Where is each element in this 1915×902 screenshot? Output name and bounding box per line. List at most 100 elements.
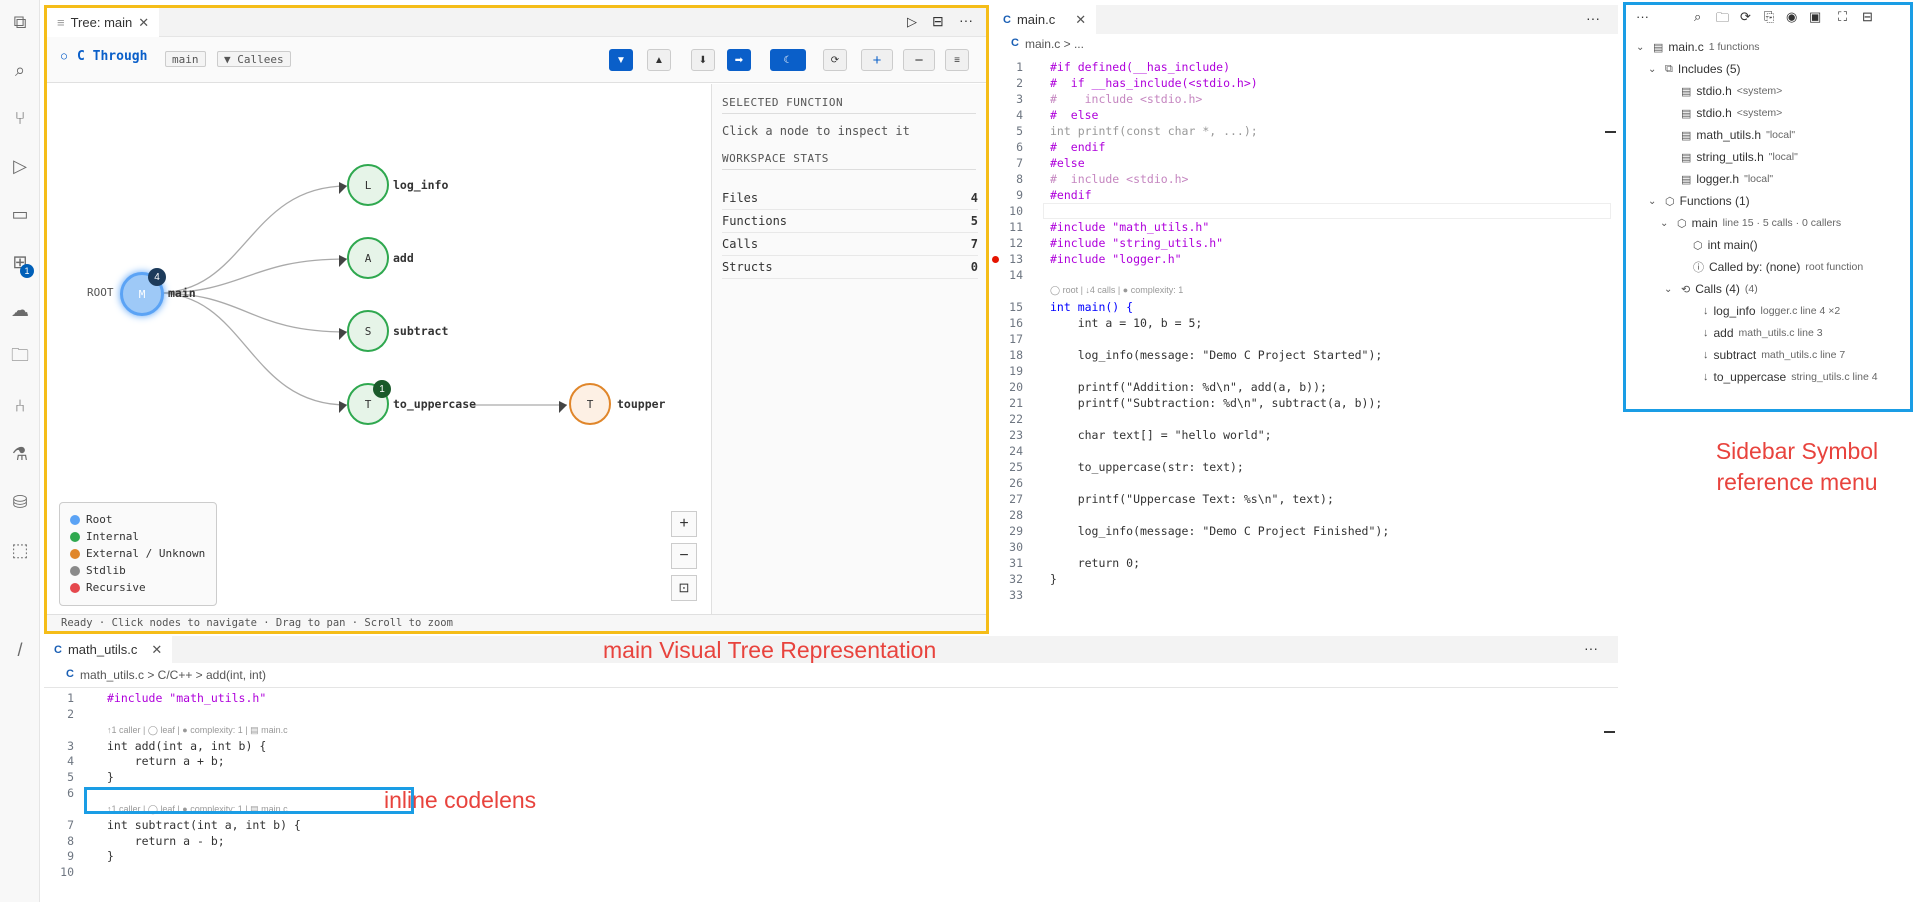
chevron-icon[interactable]: ⌄ [1664,284,1676,295]
line-number: 2 [1016,76,1023,90]
tree-item-label: int main() [1707,238,1758,252]
chevron-icon[interactable]: ⌄ [1660,218,1672,229]
run-icon[interactable]: ▷ [907,14,917,30]
database-icon[interactable]: ⛁ [8,490,32,514]
zoom-out-toolbar-button[interactable]: − [903,49,935,71]
menu-button[interactable]: ≡ [945,49,969,71]
close-icon[interactable]: ✕ [138,15,149,31]
split-editor-icon[interactable]: ⊟ [932,13,944,30]
fit-view-button[interactable]: ⊡ [671,575,697,601]
more-actions-icon[interactable]: ··· [1586,10,1600,26]
save-icon[interactable]: ▣ [1809,9,1821,25]
tree-item-desc: (4) [1744,283,1758,295]
search-icon[interactable]: ⌕ [1694,9,1701,25]
tree-item-desc: <system> [1736,107,1783,119]
line-number: 9 [1016,188,1023,202]
graph-node-toupper[interactable]: T [569,383,611,425]
theme-toggle-button[interactable]: ☾ [770,49,806,71]
folder-icon[interactable]: 🗀 [1716,9,1729,31]
tab-math-utils-c[interactable]: C math_utils.c ✕ [44,636,173,663]
tab-main-c[interactable]: C main.c ✕ [993,5,1097,34]
more-actions-icon[interactable]: ··· [1584,640,1598,656]
tree-call-item[interactable]: ↓ subtract math_utils.c line 7 [1626,345,1845,365]
code-line: # endif [1050,140,1106,154]
more-actions-icon[interactable]: ··· [1636,9,1649,24]
tree-include-item[interactable]: ▤ stdio.h <system> [1626,81,1782,101]
tree-signature[interactable]: ⬡ int main() [1626,235,1758,255]
zoom-out-button[interactable]: − [671,543,697,569]
search-icon[interactable]: ⌕ [8,58,32,82]
main-editor: C main.c ✕ ··· C main.c > ... ◯ root | ↓… [992,0,1618,630]
tree-call-item[interactable]: ↓ to_uppercase string_utils.c line 4 [1626,367,1878,387]
tree-item-label: add [1713,326,1734,340]
remote-explorer-icon[interactable]: ▭ [8,202,32,226]
refresh-button[interactable]: ⟳ [823,49,847,71]
graph-node-add[interactable]: A [347,237,389,279]
chevron-icon[interactable]: ⌄ [1648,196,1660,207]
selected-function-header: SELECTED FUNCTION [722,96,976,114]
folder-icon[interactable]: 🗀 [8,345,32,370]
run-debug-icon[interactable]: ▷ [8,154,32,178]
zoom-in-toolbar-button[interactable]: + [861,49,893,71]
tree-calls[interactable]: ⌄ ⟲ Calls (4) (4) [1626,279,1758,299]
stat-value: 5 [970,214,978,228]
testing-icon[interactable]: ⚗ [8,442,32,466]
tree-include-item[interactable]: ▤ string_utils.h "local" [1626,147,1798,167]
more-actions-icon[interactable]: ··· [959,12,973,28]
layout-vertical-button[interactable]: ⬇ [691,49,715,71]
breadcrumb[interactable]: C main.c > ... [1011,37,1084,51]
code-line: #else [1050,156,1085,170]
line-number: 8 [67,833,74,848]
tree-functions[interactable]: ⌄ ⬡ Functions (1) [1626,191,1750,211]
files-icon[interactable]: ⧉ [8,10,32,34]
legend-label: Root [86,513,113,526]
tree-called-by[interactable]: ⓘ Called by: (none) root function [1626,257,1863,277]
direction-chip[interactable]: ▼ Callees [217,51,291,67]
expand-icon[interactable]: ⛶ [1838,9,1847,25]
source-control-icon[interactable]: ⑂ [8,106,32,130]
graph-canvas[interactable]: ROOT M 4 main L log_info A add S subtrac… [47,84,711,614]
codelens-main[interactable]: ◯ root | ↓4 calls | ● complexity: 1 [1050,283,1183,297]
tree-function-main[interactable]: ⌄ ⬡ main line 15 · 5 calls · 0 callers [1626,213,1841,233]
chevron-icon[interactable]: ⌄ [1636,42,1648,53]
tree-call-item[interactable]: ↓ add math_utils.c line 3 [1626,323,1823,343]
collapse-button[interactable]: ▲ [647,49,671,71]
selected-function-hint: Click a node to inspect it [722,124,910,138]
root-function-chip[interactable]: main [165,51,206,67]
zoom-in-button[interactable]: + [671,511,697,537]
scroll-marker [1604,731,1615,733]
tree-call-item[interactable]: ↓ log_info logger.c line 4 ×2 [1626,301,1840,321]
tab-tree-main[interactable]: ≡ Tree: main ✕ [47,8,160,37]
code-line: # else [1050,108,1099,122]
tree-include-item[interactable]: ▤ stdio.h <system> [1626,103,1782,123]
code-line: int add(int a, int b) { [107,738,267,753]
close-icon[interactable]: ✕ [1075,12,1086,28]
refresh-icon[interactable]: ⟳ [1740,9,1751,25]
tree-include-item[interactable]: ▤ logger.h "local" [1626,169,1773,189]
tree-include-item[interactable]: ▤ math_utils.h "local" [1626,125,1795,145]
bottom-breadcrumb[interactable]: C math_utils.c > C/C++ > add(int, int) [66,668,266,682]
code-line: #if defined(__has_include) [1050,60,1231,74]
c-file-icon: C [54,643,62,656]
graph-node-log-info[interactable]: L [347,164,389,206]
line-number: 19 [1009,364,1023,378]
tree-file-main-c[interactable]: ⌄ ▤ main.c 1 functions [1626,37,1760,57]
expand-button[interactable]: ▼ [609,49,633,71]
chat-icon[interactable]: ☁ [8,298,32,322]
slash-icon[interactable]: / [8,638,32,662]
close-icon[interactable]: ✕ [151,642,162,658]
file-link-icon[interactable]: ⎘ [1764,9,1774,25]
line-number: 18 [1009,348,1023,362]
cube-icon[interactable]: ⬚ [8,538,32,562]
eye-icon[interactable]: ◉ [1786,9,1797,25]
graph-node-subtract[interactable]: S [347,310,389,352]
legend-external: External / Unknown [70,545,206,562]
chevron-icon[interactable]: ⌄ [1648,64,1660,75]
tree-includes[interactable]: ⌄ ⧉ Includes (5) [1626,59,1741,79]
main-code-area[interactable]: ◯ root | ↓4 calls | ● complexity: 1 1 #if … [992,57,1618,617]
git-graph-icon[interactable]: ⑃ [8,394,32,418]
breakpoint-icon[interactable] [992,256,999,263]
layout-horizontal-button[interactable]: ➡ [727,49,751,71]
collapse-all-icon[interactable]: ⊟ [1862,9,1873,25]
codelens-add[interactable]: ↑1 caller | ◯ leaf | ● complexity: 1 | ▤… [107,724,288,738]
